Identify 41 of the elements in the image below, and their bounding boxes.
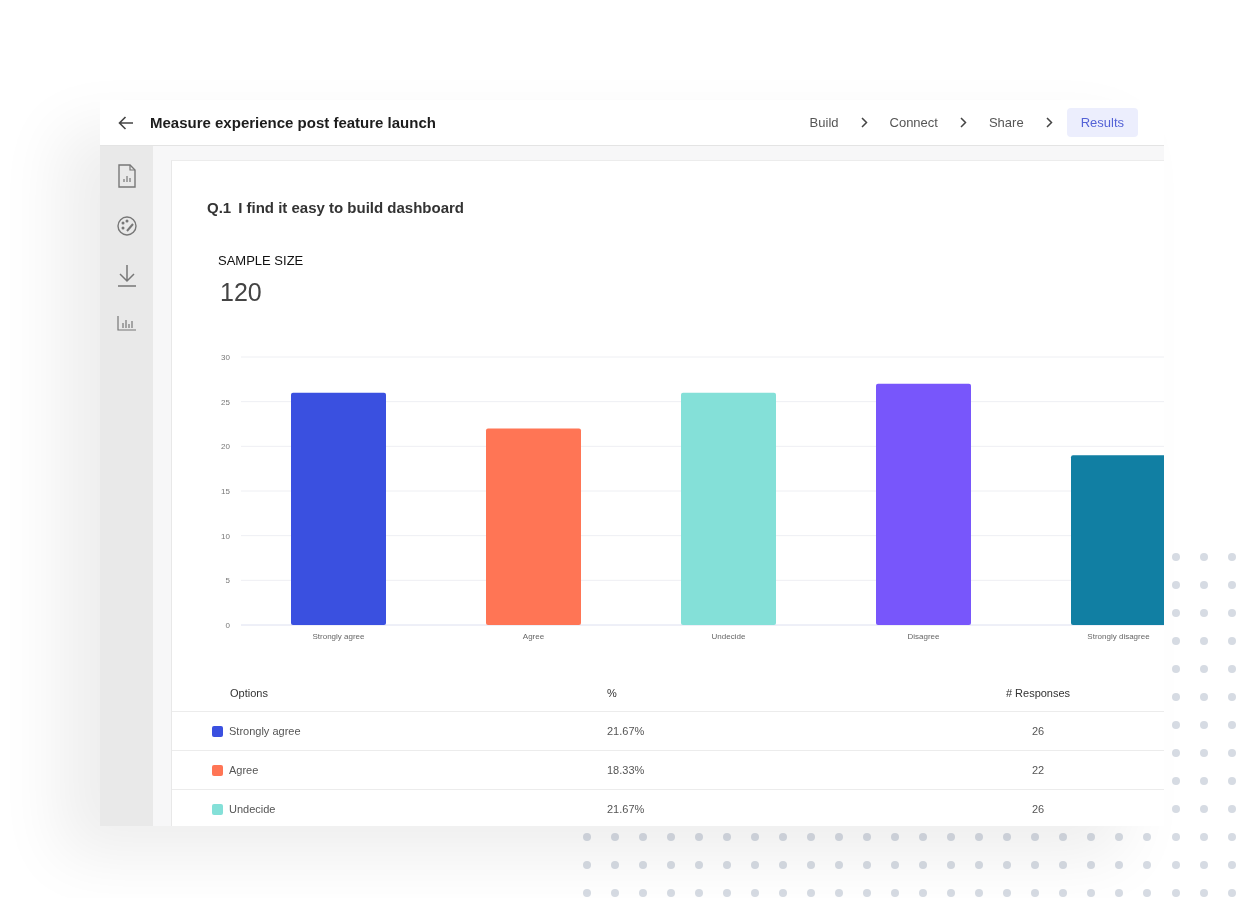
y-tick-label: 15: [221, 487, 230, 496]
y-tick-label: 30: [221, 353, 230, 362]
step-tab[interactable]: Share: [980, 108, 1032, 137]
column-header: # Responses: [1004, 687, 1072, 699]
category-label: Strongly disagree: [1087, 632, 1150, 641]
table-cell: Undecide: [229, 803, 276, 815]
table-cell: Agree: [229, 764, 259, 776]
y-tick-label: 0: [225, 621, 230, 630]
back-arrow-icon[interactable]: [118, 115, 134, 130]
chevron-right-icon: [860, 117, 868, 128]
category-label: Strongly agree: [312, 632, 365, 641]
chevron-right-icon: [959, 117, 967, 128]
column-header: Options: [229, 687, 269, 699]
table-cell-text: 26: [1030, 725, 1046, 737]
survey-title: Measure experience post feature launch: [150, 114, 436, 131]
table-cell: Strongly agree: [229, 725, 301, 737]
table-cell-text: 26: [1030, 803, 1046, 815]
y-tick-label: 25: [221, 397, 230, 407]
step-tab[interactable]: Connect: [881, 108, 946, 137]
category-label: Agree: [522, 632, 545, 641]
y-tick-label: 10: [221, 531, 230, 541]
step-tab[interactable]: Results: [1066, 108, 1138, 137]
column-header: %: [607, 687, 618, 699]
bar-chart-icon[interactable]: [116, 315, 137, 331]
table-cell-text: 21.67%: [607, 725, 646, 737]
y-tick-label: 20: [221, 442, 230, 452]
sample-size-label: SAMPLE SIZE: [218, 253, 305, 268]
category-label: Disagree: [907, 632, 940, 641]
sample-size-value: 120: [220, 278, 263, 307]
question-number: Q.1: [207, 199, 232, 216]
palette-icon[interactable]: [115, 215, 138, 237]
download-icon[interactable]: [116, 264, 137, 288]
y-tick-label: 5: [225, 576, 230, 586]
table-cell-text: 18.33%: [607, 764, 646, 776]
question-text: I find it easy to build dashboard: [238, 199, 465, 216]
chevron-right-icon: [1045, 117, 1053, 128]
table-cell-text: 21.67%: [607, 803, 646, 815]
category-label: Undecide: [711, 632, 746, 641]
table-cell-text: 22: [1030, 764, 1046, 776]
step-tab[interactable]: Build: [801, 108, 847, 137]
report-icon[interactable]: [116, 164, 137, 188]
